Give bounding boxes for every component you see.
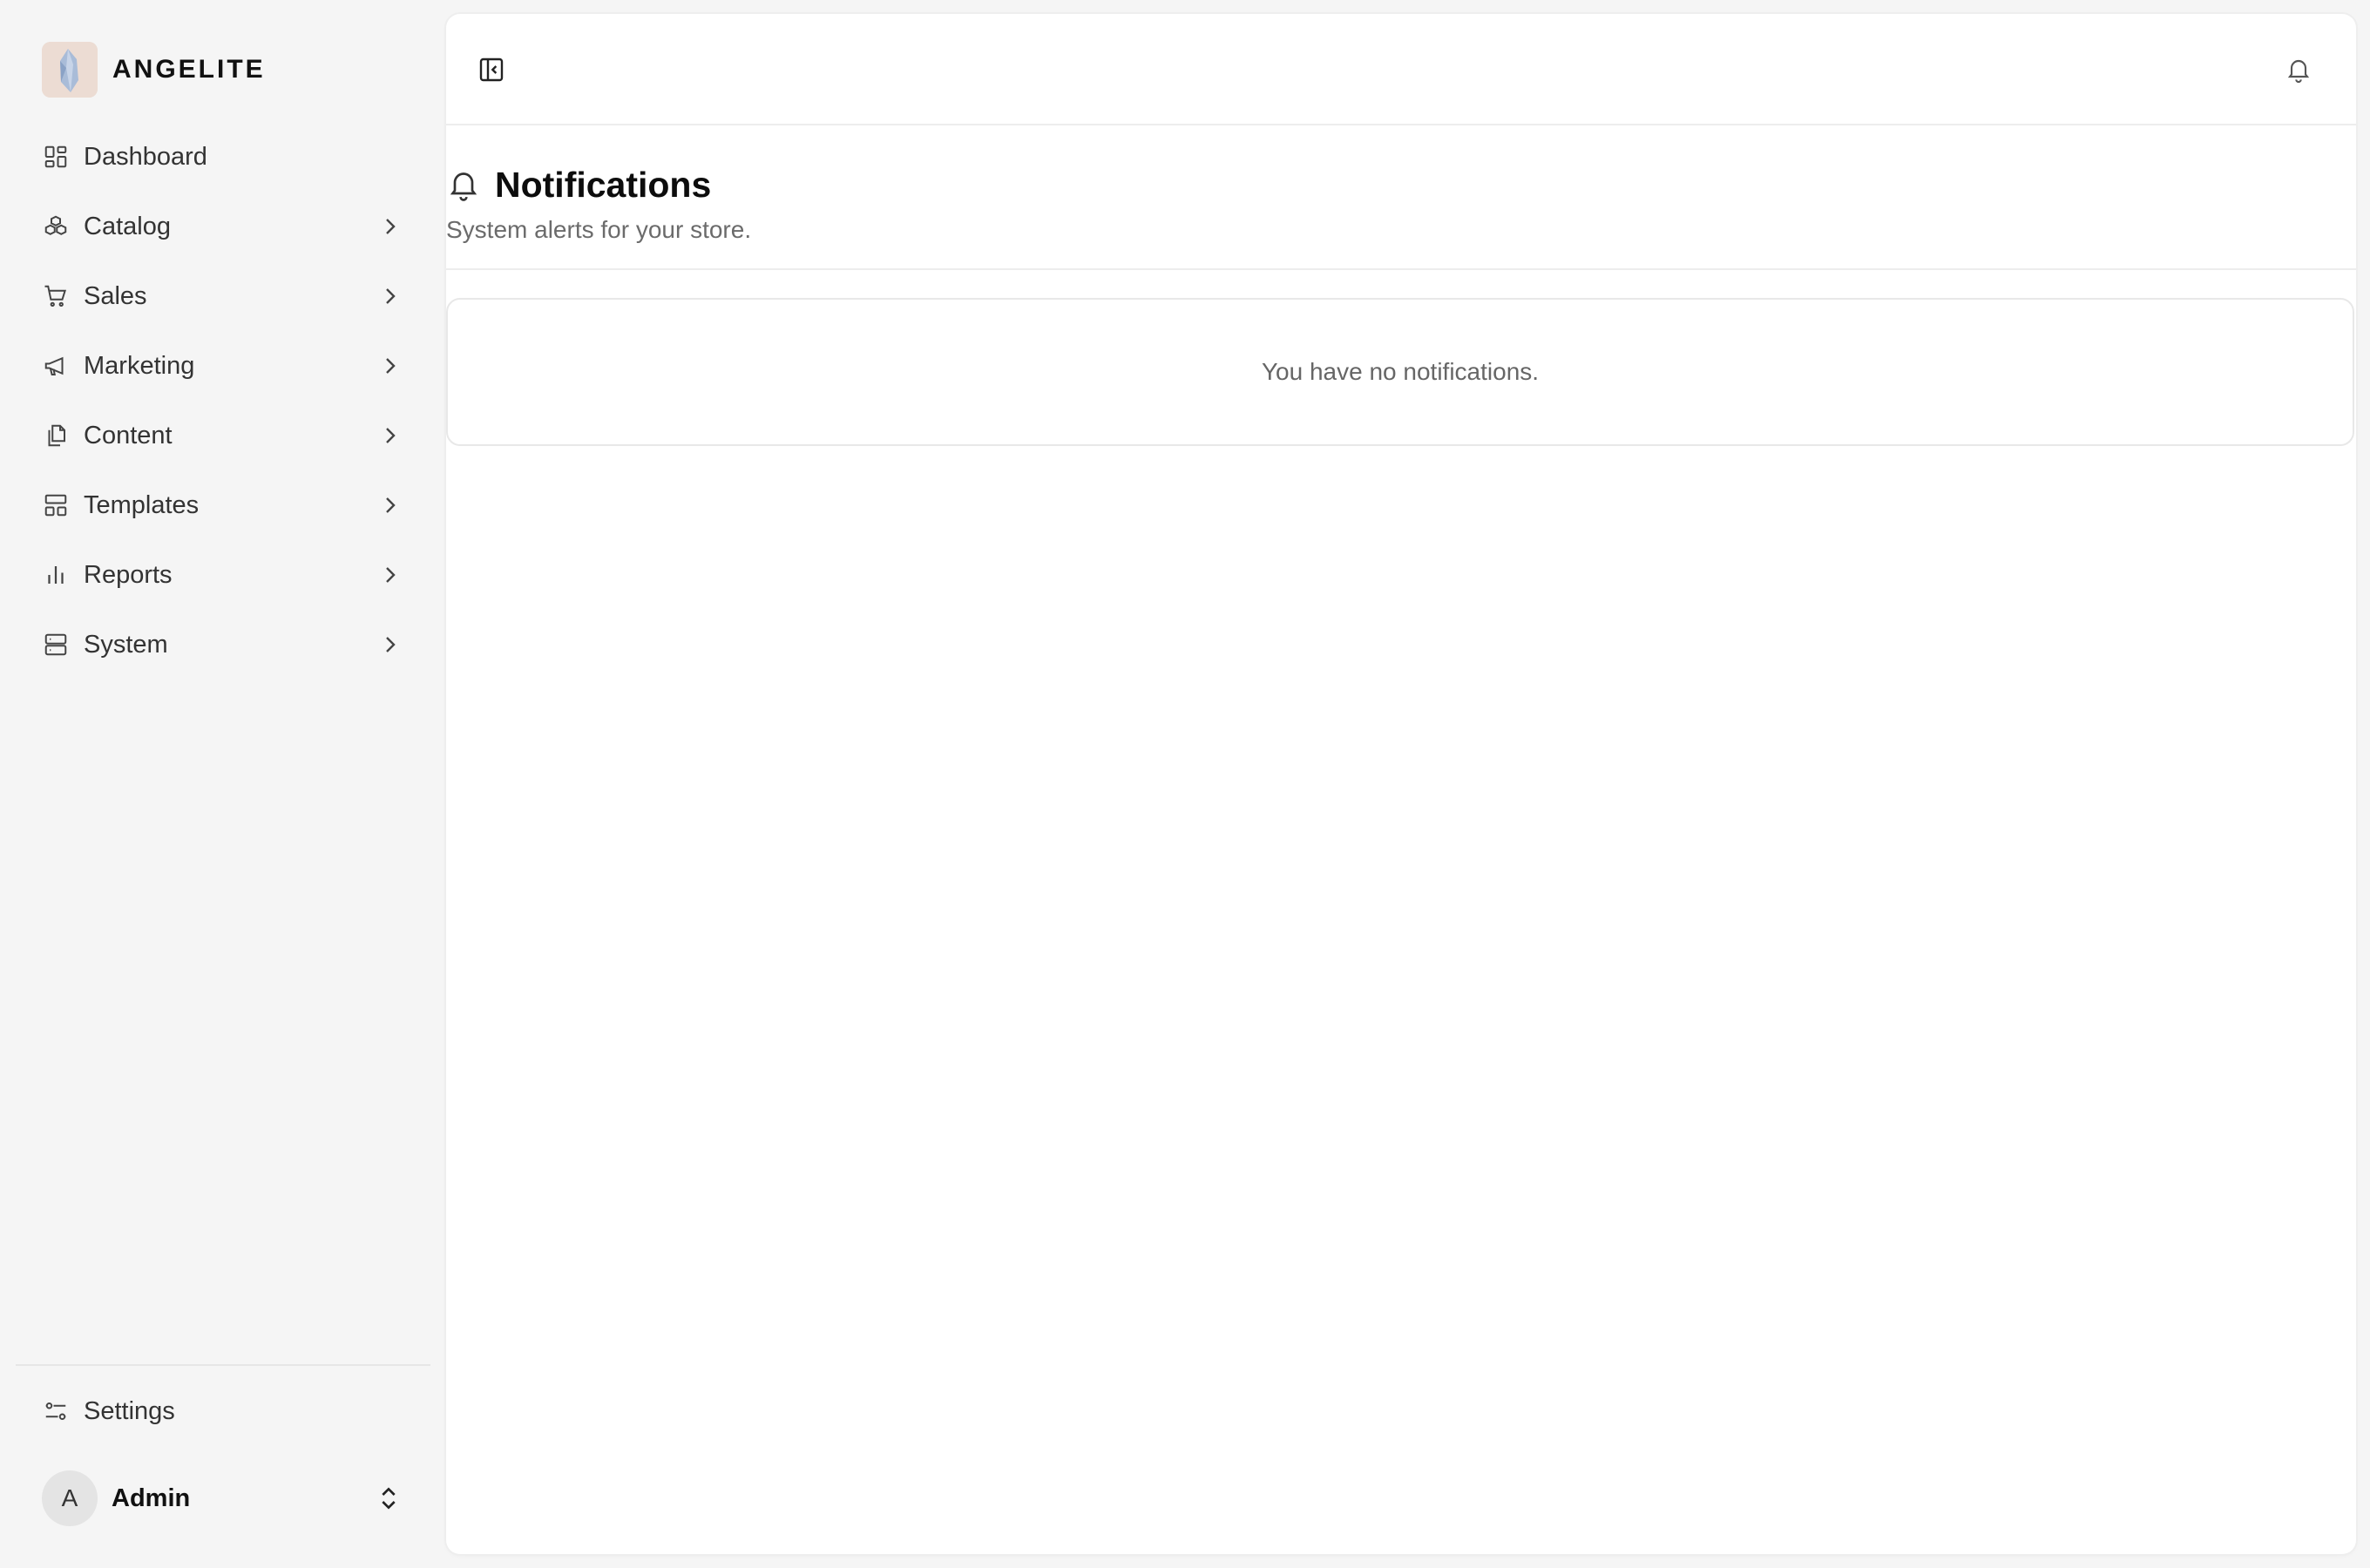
sidebar-item-reports[interactable]: Reports (0, 540, 444, 610)
cart-icon (42, 282, 70, 310)
chevron-right-icon (386, 428, 396, 443)
sidebar-item-label: Marketing (84, 351, 195, 380)
chevron-right-icon (386, 637, 396, 652)
sidebar-item-label: Catalog (84, 212, 171, 240)
user-name: Admin (112, 1484, 191, 1512)
sidebar-toggle-button[interactable] (474, 52, 509, 87)
dashboard-icon (42, 143, 70, 171)
sidebar-item-catalog[interactable]: Catalog (0, 192, 444, 261)
empty-state-message: You have no notifications. (1261, 358, 1540, 385)
layout-icon (42, 491, 70, 519)
sidebar-item-label: System (84, 630, 168, 659)
files-icon (42, 422, 70, 449)
chevron-right-icon (386, 219, 396, 234)
sidebar-item-label: Settings (84, 1396, 175, 1425)
sidebar-item-templates[interactable]: Templates (0, 470, 444, 540)
bell-icon (2287, 60, 2310, 83)
chevron-right-icon (386, 567, 396, 583)
sidebar-item-sales[interactable]: Sales (0, 261, 444, 331)
chevron-right-icon (386, 358, 396, 374)
boxes-icon (42, 213, 70, 240)
brand-name: ANGELITE (112, 55, 266, 84)
sidebar-item-label: Dashboard (84, 142, 207, 171)
bar-chart-icon (42, 561, 70, 589)
sliders-icon (42, 1397, 70, 1425)
brand[interactable]: ANGELITE (42, 42, 266, 98)
megaphone-icon (42, 352, 70, 380)
title-row: Notifications (446, 162, 711, 207)
sidebar: ANGELITE Dashboard Catalog Sales Marketi… (0, 0, 444, 1568)
notifications-empty-state: You have no notifications. (446, 298, 2354, 446)
sidebar-item-label: Templates (84, 490, 200, 519)
sidebar-divider (16, 1364, 430, 1366)
page-title: Notifications (495, 164, 712, 205)
main-panel: Notifications System alerts for your sto… (446, 14, 2356, 1554)
sidebar-item-label: Reports (84, 560, 173, 589)
sidebar-item-label: Content (84, 421, 173, 449)
sidebar-nav: Dashboard Catalog Sales Marketing Conten… (0, 122, 444, 679)
sidebar-item-dashboard[interactable]: Dashboard (0, 122, 444, 192)
notifications-button[interactable] (2281, 52, 2316, 87)
sidebar-item-system[interactable]: System (0, 610, 444, 679)
page-subtitle: System alerts for your store. (446, 216, 752, 243)
bell-icon (446, 166, 481, 204)
chevrons-up-down-icon (382, 1487, 396, 1510)
sidebar-item-label: Sales (84, 281, 147, 310)
sidebar-item-content[interactable]: Content (0, 401, 444, 470)
app-root: ANGELITE Dashboard Catalog Sales Marketi… (0, 0, 2370, 1568)
topbar (446, 14, 2356, 125)
panel-left-icon (479, 57, 504, 82)
chevron-right-icon (386, 497, 396, 513)
sidebar-item-settings[interactable]: Settings (0, 1376, 444, 1446)
server-icon (42, 631, 70, 659)
sidebar-item-marketing[interactable]: Marketing (0, 331, 444, 401)
page-header: Notifications System alerts for your sto… (446, 127, 2356, 270)
avatar: A (42, 1470, 98, 1526)
brand-logo-icon (42, 42, 98, 98)
user-menu[interactable]: A Admin (42, 1470, 408, 1526)
chevron-right-icon (386, 288, 396, 304)
